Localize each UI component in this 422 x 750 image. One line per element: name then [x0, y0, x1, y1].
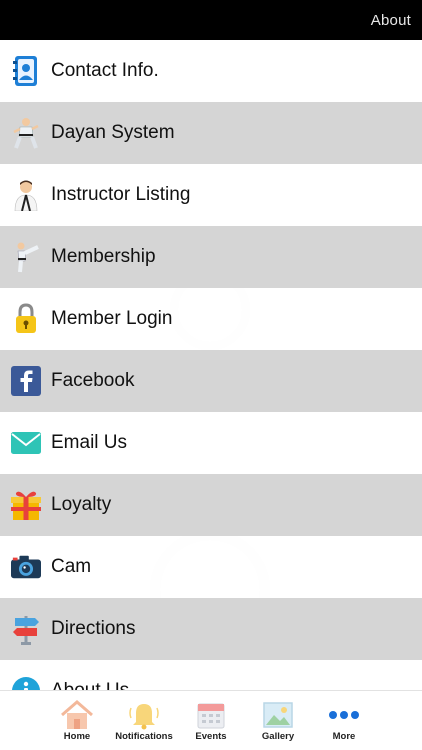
gallery-icon: [262, 700, 294, 730]
menu-list[interactable]: Contact Info. Dayan System Instructor Li…: [0, 40, 422, 690]
tab-notifications[interactable]: Notifications: [109, 691, 179, 750]
tab-more[interactable]: More: [309, 691, 379, 750]
instructor-icon: [11, 178, 41, 212]
facebook-icon: [11, 364, 41, 398]
menu-item-label: Instructor Listing: [51, 184, 191, 205]
contact-book-icon: [11, 54, 41, 88]
tab-events[interactable]: Events: [176, 691, 246, 750]
menu-item-cam[interactable]: Cam: [0, 536, 422, 598]
menu-item-membership[interactable]: Membership: [0, 226, 422, 288]
menu-item-label: Loyalty: [51, 494, 112, 515]
menu-item-email-us[interactable]: Email Us: [0, 412, 422, 474]
tab-home[interactable]: Home: [42, 691, 112, 750]
home-icon: [60, 700, 94, 730]
tab-label: Notifications: [115, 731, 173, 742]
menu-item-label: Directions: [51, 618, 136, 639]
envelope-icon: [11, 426, 41, 460]
menu-item-directions[interactable]: Directions: [0, 598, 422, 660]
signpost-icon: [11, 612, 41, 646]
more-dots-icon: [328, 700, 360, 730]
menu-item-label: About Us: [51, 680, 129, 690]
gift-icon: [11, 488, 41, 522]
info-icon: [11, 674, 41, 690]
top-bar: About: [0, 0, 422, 40]
padlock-icon: [11, 302, 41, 336]
tab-gallery[interactable]: Gallery: [243, 691, 313, 750]
menu-item-label: Contact Info.: [51, 60, 159, 81]
tab-label: Events: [195, 731, 227, 742]
menu-item-instructor-listing[interactable]: Instructor Listing: [0, 164, 422, 226]
menu-item-label: Dayan System: [51, 122, 175, 143]
bell-icon: [128, 700, 160, 730]
menu-item-label: Email Us: [51, 432, 128, 453]
kick-figure-icon: [11, 240, 41, 274]
karate-figure-icon: [11, 116, 41, 150]
menu-item-loyalty[interactable]: Loyalty: [0, 474, 422, 536]
menu-item-member-login[interactable]: Member Login: [0, 288, 422, 350]
menu-item-label: Cam: [51, 556, 92, 577]
calendar-icon: [196, 700, 226, 730]
menu-item-contact-info[interactable]: Contact Info.: [0, 40, 422, 102]
menu-item-dayan-system[interactable]: Dayan System: [0, 102, 422, 164]
menu-item-label: Facebook: [51, 370, 135, 391]
menu-item-facebook[interactable]: Facebook: [0, 350, 422, 412]
menu-item-label: Membership: [51, 246, 156, 267]
menu-item-about-us[interactable]: About Us: [0, 660, 422, 690]
bottom-tab-bar: Home Notifications Events Gallery More: [0, 690, 422, 750]
tab-label: Home: [63, 731, 91, 742]
tab-label: Gallery: [261, 731, 295, 742]
page-title: About: [370, 12, 411, 29]
camera-icon: [11, 550, 41, 584]
menu-item-label: Member Login: [51, 308, 173, 329]
tab-label: More: [332, 731, 356, 742]
